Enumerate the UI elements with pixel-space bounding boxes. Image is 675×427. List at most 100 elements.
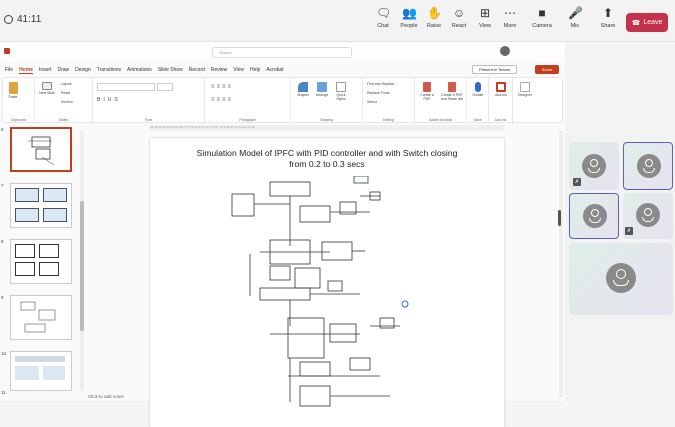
clock-icon — [4, 15, 13, 24]
font-format-icons[interactable]: BIUS — [97, 97, 121, 103]
participant-avatar — [606, 263, 636, 293]
participant-avatar — [636, 203, 660, 227]
ribbon-group-addins: Add-ins Add-ins — [489, 78, 513, 124]
dictate-button[interactable]: Dictate — [470, 82, 486, 97]
shapes-button[interactable]: Shapes — [294, 82, 312, 97]
addins-icon — [496, 82, 506, 92]
slide-scrollbar[interactable] — [559, 131, 563, 397]
ppt-share-button[interactable]: Share — [535, 65, 559, 74]
present-in-teams-button[interactable]: Present in Teams — [472, 65, 517, 74]
slide-canvas[interactable]: Simulation Model of IPFC with PID contro… — [150, 138, 504, 427]
select-button[interactable]: Select — [367, 100, 377, 104]
arrange-button[interactable]: Arrange — [313, 82, 331, 97]
shared-screen-powerpoint: Search File Home Insert Draw Design Tran… — [0, 42, 565, 427]
participant-avatar — [637, 154, 661, 178]
menu-home[interactable]: Home — [19, 67, 33, 74]
find-replace-button[interactable]: Find and Replace — [367, 82, 394, 86]
font-family-select[interactable] — [97, 83, 155, 91]
quick-styles-button[interactable]: Quick Styles — [332, 82, 350, 101]
participant-tile-speaking[interactable] — [569, 193, 619, 239]
create-pdf-button[interactable]: Create a PDF — [417, 82, 437, 101]
mic-button[interactable]: 🎤 Mic — [560, 6, 590, 29]
leave-button[interactable]: ☎ Leave — [626, 13, 668, 32]
share-screen-button[interactable]: ⬆ Share — [593, 6, 623, 29]
paste-icon — [8, 82, 18, 94]
shapes-icon — [298, 82, 308, 92]
more-button[interactable]: ⋯ More — [495, 6, 525, 29]
ribbon-group-editing: Find and Replace Replace Fonts Select Ed… — [363, 78, 415, 124]
phone-hangup-icon: ☎ — [631, 19, 641, 27]
slide-thumbnail[interactable] — [10, 295, 72, 340]
ribbon-group-paragraph: ≡≡≡≡ ≡≡≡≡ Paragraph — [205, 78, 291, 124]
layout-button[interactable]: Layout — [61, 82, 72, 86]
view-icon: ⊞ — [479, 6, 491, 20]
new-slide-button[interactable]: New Slide — [39, 82, 55, 95]
alignment-icons[interactable]: ≡≡≡≡ — [211, 97, 233, 103]
circuit-diagram[interactable] — [230, 176, 420, 422]
participant-tile[interactable]: ✗ — [569, 142, 619, 190]
circuit-thumbnail-icon — [28, 136, 55, 166]
pdf-icon — [423, 82, 431, 92]
share-pdf-icon — [448, 82, 456, 92]
slide-thumbnail[interactable] — [10, 127, 72, 172]
ribbon-group-voice: Dictate Voice — [467, 78, 489, 124]
menu-view[interactable]: View — [233, 67, 244, 73]
paragraph-icons[interactable]: ≡≡≡≡ — [211, 84, 233, 90]
chat-icon: 🗨 — [376, 6, 392, 20]
notes-area[interactable]: Click to add notes — [88, 394, 124, 399]
ribbon: Paste Clipboard New Slide Layout Reset S… — [2, 77, 563, 124]
menu-review[interactable]: Review — [211, 67, 227, 73]
meeting-time-label: 41:11 — [17, 14, 42, 25]
dictate-mic-icon — [475, 82, 481, 92]
participant-tile-speaking[interactable] — [623, 142, 673, 190]
ribbon-group-clipboard: Paste Clipboard — [3, 78, 35, 124]
slide-title[interactable]: Simulation Model of IPFC with PID contro… — [150, 148, 504, 170]
ribbon-group-font: BIUS Font — [93, 78, 205, 124]
share-icon: ⬆ — [602, 6, 614, 20]
paste-button[interactable]: Paste — [6, 82, 20, 99]
new-slide-icon — [42, 82, 52, 90]
menu-transitions[interactable]: Transitions — [97, 67, 121, 73]
panel-resize-handle[interactable] — [558, 210, 561, 226]
participant-avatar — [582, 154, 606, 178]
designer-icon — [520, 82, 530, 92]
create-share-pdf-button[interactable]: Create a PDF and Share link — [439, 82, 465, 101]
menu-record[interactable]: Record — [189, 67, 205, 73]
thumbnail-scrollbar[interactable] — [80, 131, 84, 391]
slide-thumbnail[interactable] — [10, 351, 72, 391]
powerpoint-logo-icon — [4, 48, 10, 54]
menu-insert[interactable]: Insert — [39, 67, 52, 73]
mic-muted-icon: ✗ — [625, 227, 633, 235]
meeting-toolbar: 41:11 🗨 Chat 👥 People ✋ Raise ☺ React ⊞ … — [0, 0, 675, 42]
reset-button[interactable]: Reset — [61, 91, 70, 95]
font-size-select[interactable] — [157, 83, 173, 91]
section-button[interactable]: Section — [61, 100, 73, 104]
menu-acrobat[interactable]: Acrobat — [266, 67, 283, 73]
menu-help[interactable]: Help — [250, 67, 260, 73]
react-icon: ☺ — [452, 6, 466, 20]
menu-slide-show[interactable]: Slide Show — [158, 67, 183, 73]
ppt-titlebar: Search — [0, 42, 565, 62]
addins-button[interactable]: Add-ins — [492, 82, 510, 97]
horizontal-ruler: 16 15 14 13 12 11 10 9 8 7 6 5 4 3 2 1 0… — [150, 125, 505, 131]
designer-button[interactable]: Designer — [515, 82, 535, 97]
slide-thumbnail[interactable] — [10, 239, 72, 284]
menu-draw[interactable]: Draw — [57, 67, 69, 73]
participant-tile[interactable]: ✗ — [623, 193, 673, 239]
ribbon-group-drawing: Shapes Arrange Quick Styles Drawing — [291, 78, 363, 124]
slide-thumbnail[interactable] — [10, 183, 72, 228]
meeting-timer: 41:11 — [4, 14, 41, 25]
camera-off-icon: ■ — [538, 6, 546, 20]
ppt-search-box[interactable]: Search — [212, 47, 352, 58]
mic-icon: 🎤 — [568, 6, 583, 20]
replace-fonts-button[interactable]: Replace Fonts — [367, 91, 390, 95]
account-avatar[interactable] — [500, 46, 510, 56]
menu-design[interactable]: Design — [75, 67, 91, 73]
arrange-icon — [317, 82, 327, 92]
menu-animations[interactable]: Animations — [127, 67, 152, 73]
mic-muted-icon: ✗ — [573, 178, 581, 186]
menu-file[interactable]: File — [5, 67, 13, 73]
ribbon-group-acrobat: Create a PDF Create a PDF and Share link… — [415, 78, 467, 124]
camera-button[interactable]: ■ Camera — [527, 6, 557, 29]
participant-tile[interactable] — [569, 243, 673, 315]
